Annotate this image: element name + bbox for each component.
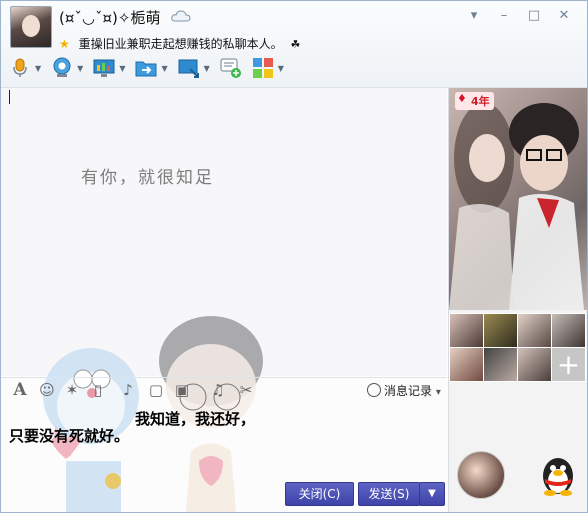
couple-mini-avatar[interactable] — [457, 451, 505, 499]
create-discussion-tool[interactable] — [220, 55, 242, 81]
screen-share-tool[interactable]: ▼ — [178, 55, 210, 81]
screen-share-icon — [178, 59, 199, 78]
cloud-icon — [171, 10, 191, 22]
microphone-icon — [13, 58, 27, 77]
music-icon[interactable]: ♫ — [209, 381, 227, 399]
apps-tool[interactable]: ▼ — [252, 55, 284, 81]
chevron-down-icon[interactable]: ▼ — [204, 64, 210, 73]
text-cursor — [9, 90, 10, 104]
screenshot-icon[interactable]: ▢ — [147, 381, 165, 399]
chevron-down-icon[interactable]: ▼ — [278, 64, 284, 73]
photo-thumbnail[interactable] — [551, 313, 586, 348]
add-photo-button[interactable]: + — [551, 347, 586, 382]
minimize-button[interactable]: – — [489, 7, 519, 25]
qq-penguin-icon[interactable] — [535, 451, 581, 497]
apps-grid-icon — [252, 58, 273, 78]
close-window-button[interactable]: ✕ — [549, 7, 579, 25]
signature-text[interactable]: 重操旧业兼职走起想赚钱的私聊本人。 — [79, 37, 283, 51]
send-file-tool[interactable]: ▼ — [135, 55, 168, 81]
message-history-button[interactable]: 消息记录 ▾ — [367, 382, 441, 399]
monitor-icon — [93, 59, 115, 77]
shake-window-icon[interactable]: ▯ — [89, 381, 107, 399]
star-icon: ★ — [59, 37, 70, 51]
chevron-down-icon[interactable]: ▼ — [77, 64, 83, 73]
font-icon[interactable]: A — [11, 381, 29, 399]
signature-row: ★ 重操旧业兼职走起想赚钱的私聊本人。 ☘ — [59, 35, 300, 52]
contact-nickname[interactable]: (¤ˇ◡ˇ¤)✧栀萌 — [59, 7, 160, 28]
chat-add-icon — [220, 58, 241, 78]
chat-window: (¤ˇ◡ˇ¤)✧栀萌 ★ 重操旧业兼职走起想赚钱的私聊本人。 ☘ ▾ – □ ✕… — [0, 0, 588, 513]
maximize-button[interactable]: □ — [519, 7, 549, 25]
webcam-icon — [53, 57, 71, 77]
video-call-tool[interactable]: ▼ — [51, 55, 83, 81]
magic-effect-icon[interactable]: ✶ — [63, 381, 81, 399]
chevron-down-icon[interactable]: ▼ — [161, 64, 167, 73]
couple-photo[interactable]: ♦ 4年 — [449, 88, 587, 310]
remote-desktop-tool[interactable]: ▼ — [93, 55, 125, 81]
chat-toolbar: ▼ ▼ ▼ ▼ ▼ ▼ — [9, 55, 294, 81]
folder-transfer-icon — [135, 61, 157, 77]
image-icon[interactable]: ▣ — [173, 381, 191, 399]
contact-avatar[interactable] — [10, 6, 52, 48]
chevron-down-icon: ▾ — [435, 387, 441, 398]
contact-show-panel: ♦ 4年 + — [448, 88, 587, 512]
years-badge-label: 4年 — [471, 95, 490, 108]
input-text-line-1[interactable]: 我知道，我还好， — [135, 408, 255, 429]
photo-thumbnail[interactable] — [449, 347, 484, 382]
chat-header: (¤ˇ◡ˇ¤)✧栀萌 ★ 重操旧业兼职走起想赚钱的私聊本人。 ☘ ▾ – □ ✕… — [1, 1, 587, 88]
history-label: 消息记录 — [384, 384, 433, 398]
send-options-dropdown[interactable]: ▼ — [419, 482, 445, 506]
clock-icon — [367, 383, 381, 397]
input-text-line-2[interactable]: 只要没有死就好。 — [9, 425, 129, 446]
input-toolbar: A ☺ ✶ ▯ ♪ ▢ ▣ ♫ ✂ 消息记录 ▾ — [1, 377, 447, 402]
photo-thumbnail[interactable] — [483, 313, 518, 348]
chevron-down-icon[interactable]: ▼ — [35, 64, 41, 73]
scissors-icon[interactable]: ✂ — [237, 381, 255, 399]
emoji-icon[interactable]: ☺ — [38, 381, 56, 399]
close-button[interactable]: 关闭(C) — [285, 482, 354, 506]
background-watermark-text: 有你，就很知足 — [81, 168, 214, 188]
voice-call-tool[interactable]: ▼ — [9, 55, 41, 81]
send-button[interactable]: 发送(S) — [358, 482, 420, 506]
cartoon-background-image — [43, 316, 263, 512]
menu-dropdown-button[interactable]: ▾ — [459, 7, 489, 25]
window-controls: ▾ – □ ✕ — [459, 7, 579, 25]
clover-icon: ☘ — [290, 38, 301, 51]
photo-art — [449, 103, 584, 310]
chevron-down-icon[interactable]: ▼ — [119, 64, 125, 73]
years-badge: ♦ 4年 — [455, 92, 494, 110]
photo-thumbnail[interactable] — [517, 313, 552, 348]
diamond-heart-icon: ♦ — [457, 92, 467, 105]
voice-message-icon[interactable]: ♪ — [119, 381, 137, 399]
photo-thumbnail[interactable] — [517, 347, 552, 382]
photo-thumbnail[interactable] — [449, 313, 484, 348]
photo-thumbnail[interactable] — [483, 347, 518, 382]
avatar-face — [22, 15, 40, 37]
